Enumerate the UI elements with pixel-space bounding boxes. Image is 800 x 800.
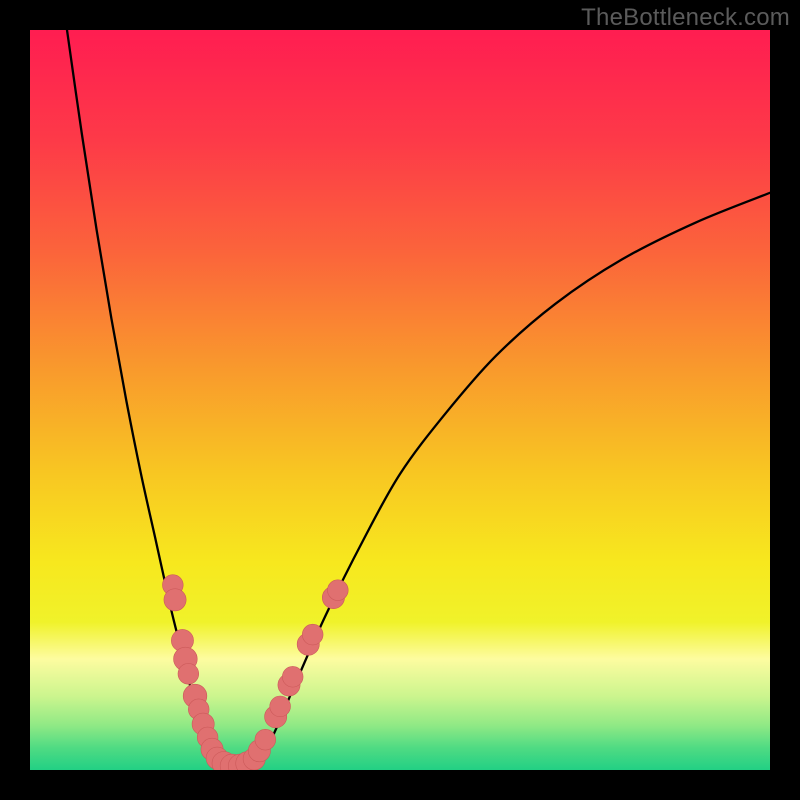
data-marker — [302, 624, 323, 645]
watermark-text: TheBottleneck.com — [581, 4, 790, 32]
data-marker — [270, 696, 291, 717]
data-marker — [164, 589, 186, 611]
chart-frame: TheBottleneck.com — [0, 0, 800, 800]
chart-svg — [30, 30, 770, 770]
chart-plot-area — [30, 30, 770, 770]
data-marker — [255, 729, 276, 750]
data-marker — [327, 580, 348, 601]
data-marker — [178, 663, 199, 684]
chart-background — [30, 30, 770, 770]
data-marker — [282, 666, 303, 687]
